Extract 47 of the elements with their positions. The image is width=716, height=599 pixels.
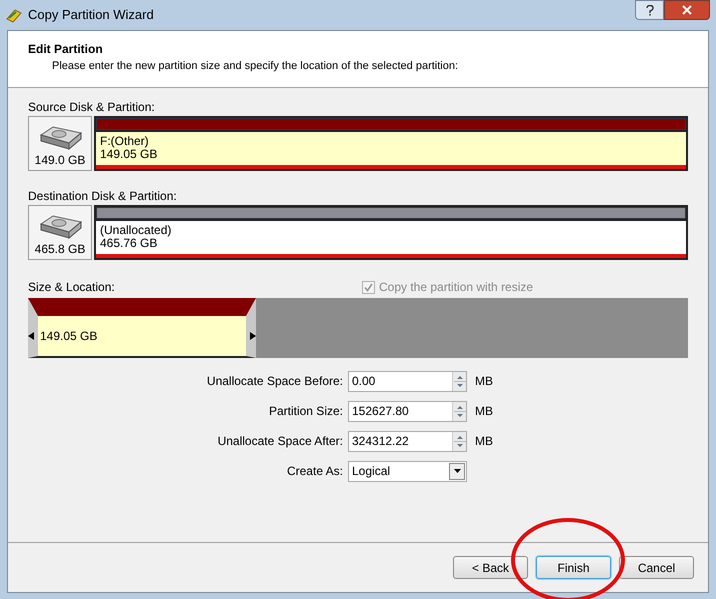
dropdown[interactable]: Logical — [348, 460, 467, 482]
check-icon — [364, 282, 373, 292]
dialog-button[interactable]: Cancel — [619, 556, 694, 579]
spinner[interactable] — [452, 402, 466, 420]
unit-label: MB — [475, 403, 493, 420]
partition-name: (Unallocated) — [100, 224, 172, 237]
number-field[interactable]: 152627.80 — [348, 400, 467, 422]
hard-drive-icon — [37, 214, 83, 240]
section-label: Size & Location: — [28, 279, 116, 296]
page-title: Edit Partition — [28, 41, 104, 58]
hard-drive-icon — [37, 125, 83, 151]
section-label: Destination Disk & Partition: — [28, 188, 178, 205]
disk-size: 149.0 GB — [34, 152, 86, 169]
partition-bar[interactable]: F:(Other) 149.05 GB — [94, 116, 688, 171]
disk-tile[interactable]: 149.0 GB — [28, 116, 92, 171]
spinner[interactable] — [452, 432, 466, 450]
spinner[interactable] — [452, 372, 466, 390]
close-icon — [682, 5, 692, 15]
section-label: Source Disk & Partition: — [28, 99, 156, 116]
field-label: Partition Size: — [268, 403, 344, 420]
number-field[interactable]: 324312.22 — [348, 430, 467, 452]
right-arrow-icon — [250, 332, 256, 340]
page-subtitle: Please enter the new partition size and specify the location of the selected partition: — [51, 59, 460, 74]
help-button[interactable] — [635, 0, 664, 20]
partition-bar[interactable]: (Unallocated) 465.76 GB — [94, 205, 688, 260]
close-button[interactable] — [664, 0, 710, 20]
window-title: Copy Partition Wizard — [28, 6, 154, 24]
disk-size: 465.8 GB — [34, 241, 86, 258]
number-field[interactable]: 0.00 — [348, 370, 467, 392]
field-label: Unallocate Space After: — [216, 433, 344, 450]
partition-size: 149.05 GB — [100, 148, 158, 161]
dialog-button[interactable]: Finish — [536, 556, 611, 579]
partition-size-text: 149.05 GB — [39, 328, 98, 345]
field-label: Unallocate Space Before: — [206, 373, 344, 390]
partition-name: F:(Other) — [100, 135, 150, 148]
left-arrow-icon — [28, 332, 34, 340]
wizard-icon — [6, 7, 22, 23]
partition-size: 465.76 GB — [100, 237, 158, 250]
unit-label: MB — [475, 433, 493, 450]
disk-tile[interactable]: 465.8 GB — [28, 205, 92, 260]
help-icon — [646, 4, 654, 16]
partition-block[interactable]: 149.05 GB — [28, 298, 256, 358]
location-track[interactable]: 149.05 GB — [28, 298, 688, 358]
unit-label: MB — [475, 373, 493, 390]
field-label: Create As: — [286, 463, 344, 480]
dialog-button[interactable]: < Back — [453, 556, 528, 579]
caret-icon — [454, 469, 460, 473]
